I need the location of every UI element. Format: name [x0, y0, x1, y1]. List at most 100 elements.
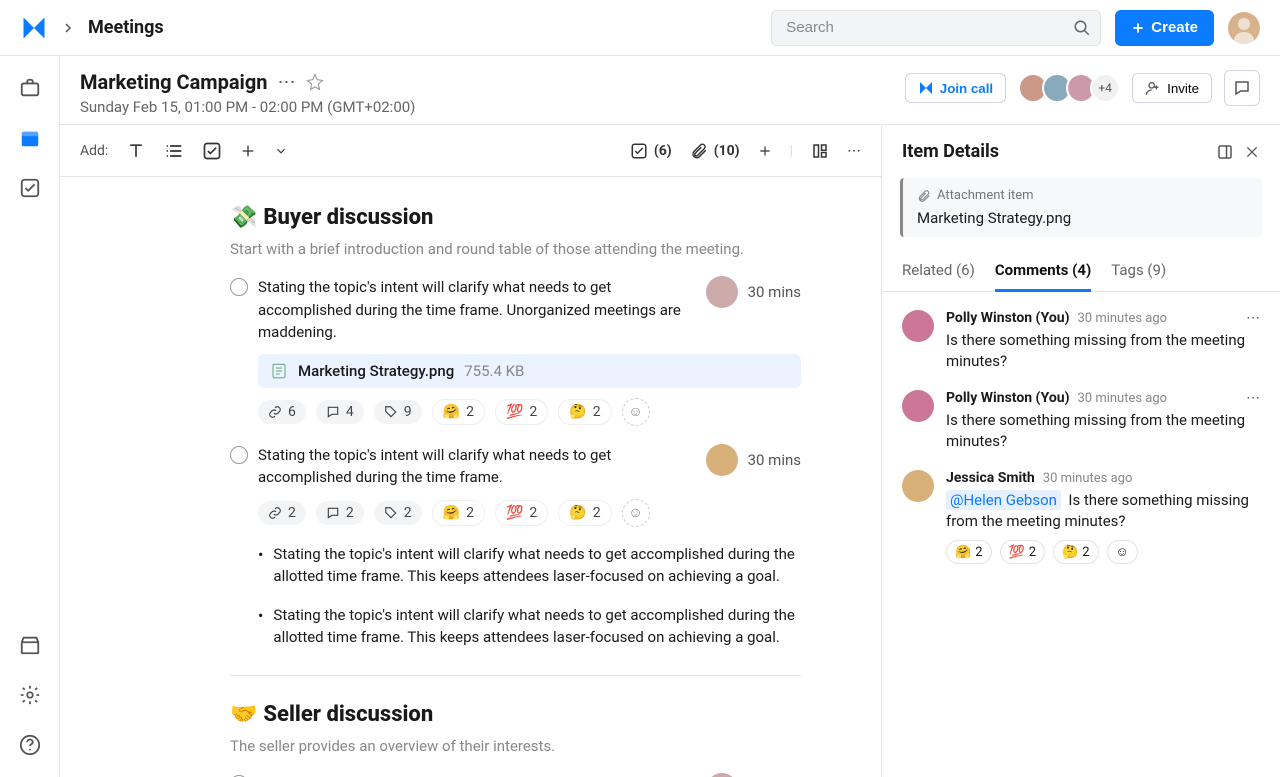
more-icon[interactable]: ⋯: [847, 143, 861, 159]
hundred-reaction[interactable]: 💯 2: [1000, 540, 1046, 564]
hundred-reaction[interactable]: 💯 2: [495, 399, 548, 425]
thinking-reaction[interactable]: 🤔 2: [558, 399, 611, 425]
calendar-icon[interactable]: [16, 124, 44, 152]
agenda-item[interactable]: Stating the topic's intent will clarify …: [230, 773, 801, 777]
comment-time: 30 minutes ago: [1077, 311, 1167, 326]
comment-time: 30 minutes ago: [1043, 471, 1133, 486]
comment-item: Jessica Smith 30 minutes ago @Helen Gebs…: [902, 470, 1260, 564]
section-divider: [230, 675, 801, 676]
comment-more-icon[interactable]: ⋯: [1246, 390, 1260, 406]
bullet-item: Stating the topic's intent will clarify …: [258, 543, 801, 588]
tag-chip[interactable]: 2: [374, 501, 422, 525]
comment-avatar[interactable]: [902, 310, 934, 342]
hundred-reaction[interactable]: 💯 2: [495, 500, 548, 526]
tag-chip[interactable]: 9: [374, 400, 422, 424]
comment-avatar[interactable]: [902, 470, 934, 502]
attach-type-label: Attachment item: [937, 188, 1034, 203]
comment-author: Polly Winston (You): [946, 310, 1069, 326]
search-icon[interactable]: [1073, 19, 1091, 37]
comment-more-icon[interactable]: ⋯: [1246, 310, 1260, 326]
close-icon[interactable]: [1244, 144, 1260, 160]
tab-tags[interactable]: Tags (9): [1111, 251, 1166, 291]
attach-filename: Marketing Strategy.png: [917, 209, 1248, 227]
hug-reaction[interactable]: 🤗 2: [432, 500, 485, 526]
meeting-title: Marketing Campaign: [80, 70, 268, 94]
agenda-item[interactable]: Stating the topic's intent will clarify …: [230, 444, 801, 489]
help-icon[interactable]: [16, 731, 44, 759]
bullet-item: Stating the topic's intent will clarify …: [258, 604, 801, 649]
app-logo[interactable]: [20, 14, 48, 42]
section-description: Start with a brief introduction and roun…: [230, 240, 801, 258]
comment-body-text: Is there something missing from the meet…: [946, 330, 1260, 372]
comment-item: Polly Winston (You) 30 minutes ago ⋯ Is …: [902, 310, 1260, 372]
topbar: Meetings Create: [0, 0, 1280, 56]
link-chip[interactable]: 6: [258, 400, 306, 424]
add-reaction-icon[interactable]: ☺: [622, 499, 650, 527]
details-panel: Item Details Attachment item Marketing S…: [882, 124, 1280, 777]
tab-related[interactable]: Related (6): [902, 251, 975, 291]
store-icon[interactable]: [16, 631, 44, 659]
attachments-count[interactable]: (10): [690, 142, 740, 160]
user-avatar[interactable]: [1228, 12, 1260, 44]
plus-icon[interactable]: [240, 143, 256, 159]
link-chip[interactable]: 2: [258, 501, 306, 525]
agenda-item[interactable]: Stating the topic's intent will clarify …: [230, 276, 801, 344]
participant-avatars[interactable]: +4: [1018, 73, 1120, 103]
chevron-right-icon: [62, 22, 74, 34]
list-icon[interactable]: [164, 141, 184, 161]
radio-icon[interactable]: [230, 446, 248, 464]
assignee-avatar[interactable]: [706, 444, 738, 476]
attachment-card[interactable]: Attachment item Marketing Strategy.png: [900, 178, 1262, 237]
radio-icon[interactable]: [230, 278, 248, 296]
comment-body-text: Is there something missing from the meet…: [946, 410, 1260, 452]
thinking-reaction[interactable]: 🤔 2: [1053, 540, 1099, 564]
mention[interactable]: @Helen Gebson: [946, 490, 1061, 510]
thinking-reaction[interactable]: 🤔 2: [558, 500, 611, 526]
chat-button[interactable]: [1224, 70, 1260, 106]
attachment-row[interactable]: Marketing Strategy.png 755.4 KB: [258, 354, 801, 388]
document-body[interactable]: 💸 Buyer discussion Start with a brief in…: [60, 177, 881, 777]
plus-small-icon[interactable]: [758, 144, 772, 158]
text-icon[interactable]: [126, 141, 146, 161]
hug-reaction[interactable]: 🤗 2: [432, 399, 485, 425]
details-tabs: Related (6) Comments (4) Tags (9): [882, 251, 1280, 292]
comment-item: Polly Winston (You) 30 minutes ago ⋯ Is …: [902, 390, 1260, 452]
page-title: Meetings: [88, 17, 164, 38]
add-reaction-icon[interactable]: ☺: [1107, 540, 1138, 564]
tab-comments[interactable]: Comments (4): [995, 251, 1091, 292]
search-input[interactable]: [771, 10, 1101, 46]
briefcase-icon[interactable]: [16, 74, 44, 102]
comment-chip[interactable]: 4: [316, 400, 364, 424]
assignee-avatar[interactable]: [706, 276, 738, 308]
meeting-time: Sunday Feb 15, 01:00 PM - 02:00 PM (GMT+…: [80, 98, 905, 116]
star-icon[interactable]: [306, 73, 324, 91]
layout-icon[interactable]: [811, 142, 829, 160]
gear-icon[interactable]: [16, 681, 44, 709]
tasks-count[interactable]: (6): [630, 142, 672, 160]
add-label: Add:: [80, 143, 108, 159]
assignee-avatar[interactable]: [706, 773, 738, 777]
comment-time: 30 minutes ago: [1077, 391, 1167, 406]
avatar-extra-count[interactable]: +4: [1090, 73, 1120, 103]
checkbox-icon[interactable]: [16, 174, 44, 202]
join-call-button[interactable]: Join call: [905, 73, 1006, 103]
comment-chip[interactable]: 2: [316, 501, 364, 525]
chevron-down-icon[interactable]: [274, 144, 288, 158]
item-chips: 6 4 9 🤗 2 💯 2 🤔 2 ☺: [258, 398, 801, 426]
comment-author: Jessica Smith: [946, 470, 1035, 486]
hug-reaction[interactable]: 🤗 2: [946, 540, 992, 564]
add-reaction-icon[interactable]: ☺: [622, 398, 650, 426]
more-icon[interactable]: ⋯: [278, 72, 296, 93]
duration-label: 30 mins: [748, 451, 801, 469]
create-label: Create: [1151, 19, 1198, 36]
toolbar: Add: (6) (10) |: [60, 125, 881, 177]
check-icon[interactable]: [202, 141, 222, 161]
invite-button[interactable]: Invite: [1132, 73, 1212, 103]
comment-avatar[interactable]: [902, 390, 934, 422]
details-title: Item Details: [902, 141, 1206, 162]
section-description: The seller provides an overview of their…: [230, 737, 801, 755]
create-button[interactable]: Create: [1115, 10, 1214, 46]
sidebar: [0, 56, 60, 777]
expand-icon[interactable]: [1216, 143, 1234, 161]
section-title: 🤝 Seller discussion: [230, 702, 801, 727]
